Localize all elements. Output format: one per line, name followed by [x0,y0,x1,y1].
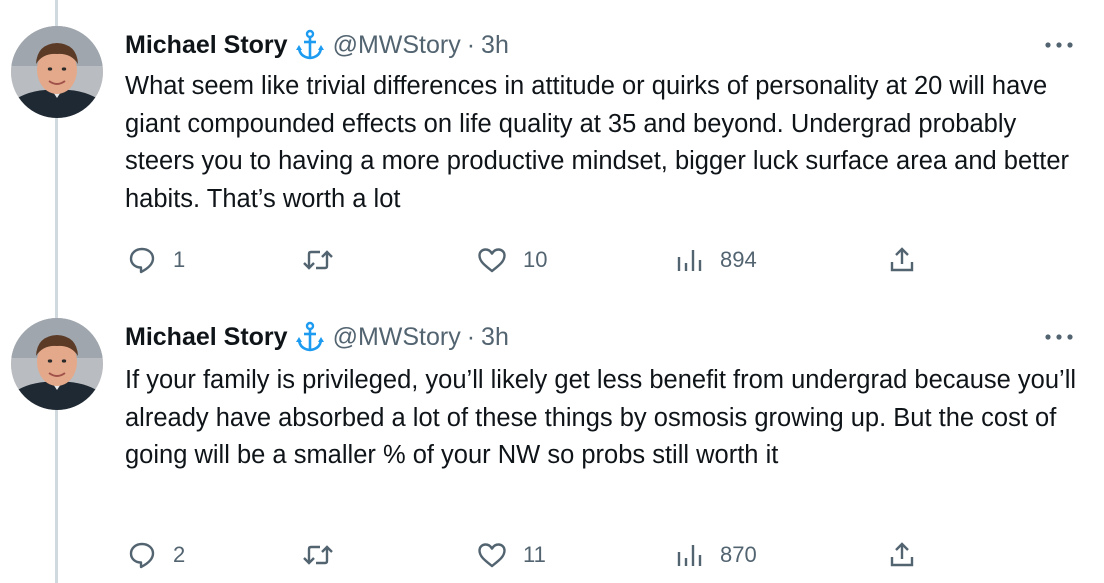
more-horizontal-icon[interactable] [1041,35,1077,55]
anchor-icon [295,29,327,61]
tweet[interactable]: Michael Story @MWStory · 3h [0,0,1104,292]
analytics-icon [672,243,706,277]
retweet-button[interactable] [301,240,349,280]
author-handle[interactable]: @MWStory [333,28,461,62]
more-horizontal-icon[interactable] [1041,327,1077,347]
author-handle[interactable]: @MWStory [333,320,461,354]
reply-button[interactable]: 1 [125,240,185,280]
tweet-header: Michael Story @MWStory · 3h [125,28,509,62]
reply-icon [125,538,159,572]
like-button[interactable]: 10 [475,240,547,280]
share-icon [885,243,919,277]
tweet-actions: 2 11 870 [125,535,1025,575]
analytics-icon [672,538,706,572]
retweet-icon [301,538,335,572]
share-button[interactable] [885,240,919,280]
avatar[interactable] [11,318,103,410]
views-button[interactable]: 870 [672,535,757,575]
tweet-text: If your family is privileged, you’ll lik… [125,366,1077,469]
retweet-icon [301,243,335,277]
view-count: 894 [720,247,757,272]
reply-button[interactable]: 2 [125,535,185,575]
share-button[interactable] [885,535,919,575]
share-icon [885,538,919,572]
reply-count: 2 [173,542,186,567]
timestamp[interactable]: 3h [481,320,509,354]
like-count: 10 [523,247,548,272]
tweet[interactable]: Michael Story @MWStory · 3h [0,292,1104,583]
like-button[interactable]: 11 [475,535,546,575]
like-count: 11 [523,542,546,567]
retweet-button[interactable] [301,535,349,575]
tweet-header: Michael Story @MWStory · 3h [125,320,509,354]
separator-dot: · [466,323,476,351]
anchor-icon [295,321,327,353]
author-name[interactable]: Michael Story [125,320,288,354]
reply-count: 1 [173,247,186,272]
tweet-thread: Michael Story @MWStory · 3h What seem li… [0,0,1104,583]
view-count: 870 [720,542,757,567]
separator-dot: · [466,31,476,59]
views-button[interactable]: 894 [672,240,757,280]
timestamp[interactable]: 3h [481,28,509,62]
reply-icon [125,243,159,277]
tweet-text: What seem like trivial differences in at… [125,72,1070,213]
tweet-actions: 1 10 894 [125,240,1025,280]
avatar[interactable] [11,26,103,118]
author-name[interactable]: Michael Story [125,28,288,62]
heart-icon [475,538,509,572]
heart-icon [475,243,509,277]
